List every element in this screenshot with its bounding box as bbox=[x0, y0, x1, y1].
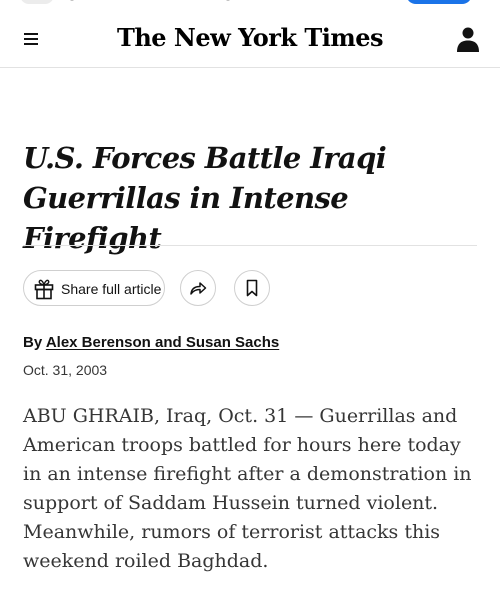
share-forward-button[interactable] bbox=[180, 270, 216, 306]
share-forward-icon bbox=[190, 282, 207, 295]
article-headline: U.S. Forces Battle Iraqi Guerrillas in I… bbox=[23, 141, 387, 255]
gift-icon bbox=[34, 279, 54, 300]
hamburger-menu-icon[interactable] bbox=[18, 25, 44, 51]
toolbar-dot bbox=[226, 0, 230, 1]
top-toolbar-remnant bbox=[0, 0, 500, 8]
share-full-article-button[interactable]: Share full article bbox=[23, 270, 165, 306]
bookmark-button[interactable] bbox=[234, 270, 270, 306]
person-icon[interactable] bbox=[456, 26, 480, 54]
share-button-label: Share full article bbox=[61, 281, 162, 297]
top-right-pill-button[interactable] bbox=[406, 0, 472, 4]
toolbar-dot bbox=[70, 0, 74, 1]
article-date: Oct. 31, 2003 bbox=[23, 362, 108, 378]
bookmark-icon bbox=[246, 279, 258, 297]
headline-divider bbox=[23, 245, 477, 246]
masthead-logo[interactable]: The New York Times bbox=[100, 22, 400, 54]
top-left-pill[interactable] bbox=[20, 0, 54, 4]
article-byline: By Alex Berenson and Susan Sachs bbox=[23, 334, 279, 352]
article-body-paragraph: ABU GHRAIB, Iraq, Oct. 31 — Guerrillas a… bbox=[23, 405, 472, 572]
site-header: The New York Times bbox=[0, 8, 500, 68]
byline-authors-link[interactable]: Alex Berenson and Susan Sachs bbox=[46, 334, 279, 351]
byline-prefix: By bbox=[23, 334, 43, 351]
